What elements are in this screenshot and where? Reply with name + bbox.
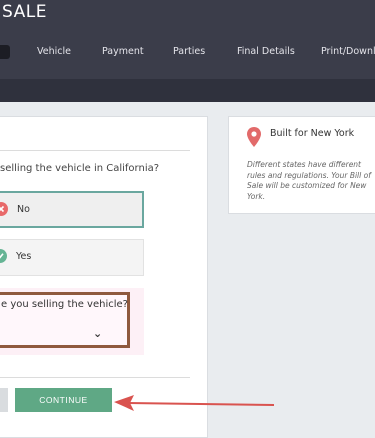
info-title: Built for New York [270, 128, 355, 139]
check-icon [0, 249, 7, 263]
chevron-down-icon[interactable]: ⌄ [93, 327, 102, 340]
nav-step-payment[interactable]: Payment [102, 46, 144, 57]
annotation-arrow-icon [114, 395, 275, 411]
brand-title: SALE [2, 2, 47, 22]
nav-step-print-download[interactable]: Print/Download [321, 46, 375, 57]
option-no-label: No [17, 204, 30, 215]
option-no[interactable]: No [0, 191, 144, 228]
nav-step-final-details[interactable]: Final Details [237, 46, 295, 57]
subquestion-select-box[interactable]: e you selling the vehicle? ⌄ [0, 292, 130, 348]
location-pin-icon [247, 127, 261, 151]
back-button[interactable] [0, 388, 8, 412]
info-text: Different states have different rules an… [247, 160, 371, 201]
question-text: selling the vehicle in California? [0, 163, 160, 174]
option-yes[interactable]: Yes [0, 239, 144, 276]
header-bottom-band [0, 79, 375, 102]
divider-bottom [0, 377, 190, 378]
subquestion-text: e you selling the vehicle? [1, 299, 128, 310]
continue-button[interactable]: CONTINUE [15, 388, 112, 412]
nav-step-vehicle[interactable]: Vehicle [37, 46, 71, 57]
nav-step-parties[interactable]: Parties [173, 46, 205, 57]
nav-active-step[interactable] [0, 45, 10, 59]
close-icon [0, 202, 8, 216]
option-yes-label: Yes [16, 251, 32, 262]
top-header: SALE Vehicle Payment Parties Final Detai… [0, 0, 375, 102]
divider [0, 150, 190, 151]
